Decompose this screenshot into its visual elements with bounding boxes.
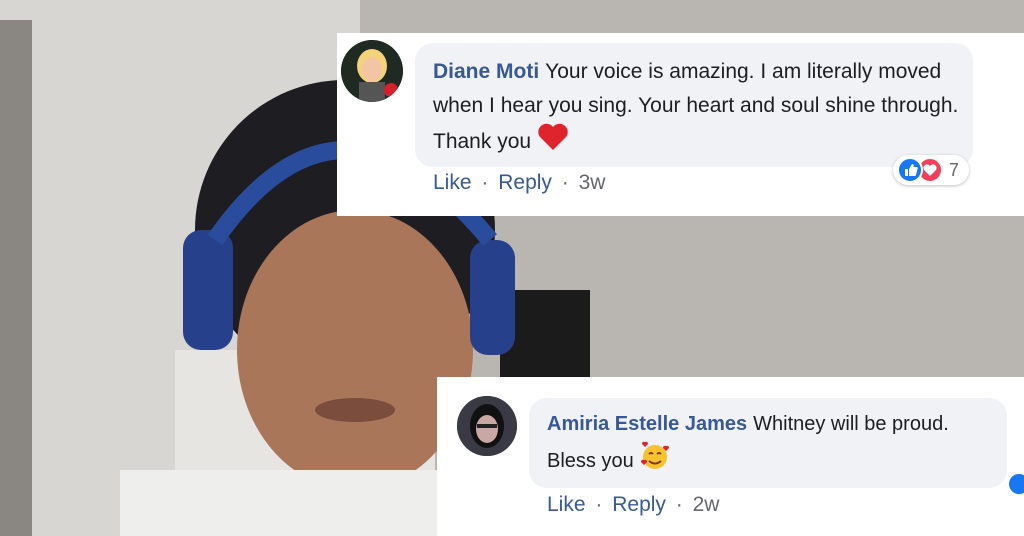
reaction-summary[interactable]: 7 [892,155,969,185]
comment-text: Amiria Estelle James Whitney will be prou… [547,408,987,482]
comment-text: Diane Moti Your voice is amazing. I am li… [433,55,959,162]
comment-actions: Like · Reply · 3w [433,171,609,195]
like-link[interactable]: Like [547,493,586,516]
comment-card-diane: Diane Moti Your voice is amazing. I am li… [337,33,1024,216]
comment-actions: Like · Reply · 2w [547,493,723,517]
profile-photo-icon [457,396,517,456]
reply-link[interactable]: Reply [612,493,666,516]
bitmoji-avatar-icon [341,40,403,102]
avatar[interactable] [341,40,403,102]
avatar[interactable] [457,396,517,456]
reaction-edge-icon[interactable] [1006,471,1024,497]
timestamp[interactable]: 2w [693,493,720,516]
separator: · [561,171,569,194]
reply-link[interactable]: Reply [498,171,552,194]
comment-card-amiria: Amiria Estelle James Whitney will be prou… [437,377,1024,536]
comment-bubble: Diane Moti Your voice is amazing. I am li… [415,43,973,185]
like-link[interactable]: Like [433,171,472,194]
red-heart-emoji-icon [537,123,569,162]
timestamp[interactable]: 3w [579,171,606,194]
comment-author[interactable]: Diane Moti [433,60,539,83]
separator: · [675,493,683,516]
reaction-count: 7 [948,159,959,180]
separator: · [595,493,603,516]
comment-bubble: Amiria Estelle James Whitney will be prou… [529,398,1007,488]
like-icon [896,157,923,183]
comment-author[interactable]: Amiria Estelle James [547,413,747,435]
separator: · [481,171,489,194]
smiling-face-with-hearts-emoji-icon [640,441,670,482]
